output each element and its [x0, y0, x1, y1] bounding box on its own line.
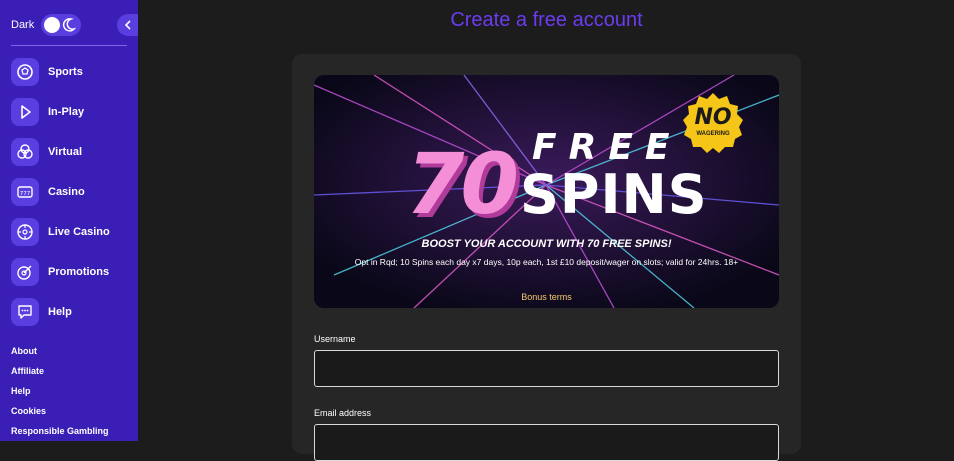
footer-link-help[interactable]: Help	[11, 386, 31, 396]
sidebar-item-in-play[interactable]: In-Play	[11, 97, 127, 127]
bonus-terms-link[interactable]: Bonus terms	[314, 292, 779, 302]
dark-mode-label: Dark	[11, 19, 35, 31]
badge-wagering-text: WAGERING	[696, 131, 730, 137]
footer-link-about[interactable]: About	[11, 346, 37, 356]
dark-mode-toggle[interactable]	[41, 14, 82, 36]
virtual-icon	[11, 138, 39, 166]
sidebar-divider	[11, 45, 127, 46]
sidebar-item-virtual[interactable]: Virtual	[11, 137, 127, 167]
footer-link-affiliate[interactable]: Affiliate	[11, 366, 44, 376]
promo-terms: Opt in Rqd; 10 Spins each day x7 days, 1…	[354, 257, 739, 267]
collapse-sidebar-button[interactable]	[117, 14, 138, 36]
play-icon	[11, 98, 39, 126]
sidebar-item-promotions[interactable]: Promotions	[11, 257, 127, 287]
sidebar-item-casino[interactable]: 777 Casino	[11, 177, 127, 207]
signup-panel: 70 FREE SPINS NO WAGERING BOOST YOUR ACC…	[292, 54, 801, 461]
sidebar-item-label: Casino	[48, 186, 85, 198]
sidebar-item-live-casino[interactable]: Live Casino	[11, 217, 127, 247]
chevron-left-icon	[124, 20, 131, 30]
footer-link-cookies[interactable]: Cookies	[11, 406, 46, 416]
sidebar-item-label: In-Play	[48, 106, 85, 118]
sidebar-item-label: Live Casino	[48, 226, 110, 238]
toggle-knob	[44, 17, 61, 33]
slot-777-icon: 777	[11, 178, 39, 206]
sidebar-item-help[interactable]: Help	[11, 297, 127, 327]
promo-spins-text: SPINS	[520, 163, 708, 226]
email-label: Email address	[314, 408, 372, 418]
promo-free-text: FREE	[532, 127, 682, 168]
promo-headline: BOOST YOUR ACCOUNT WITH 70 FREE SPINS!	[421, 238, 672, 250]
svg-text:777: 777	[20, 191, 31, 197]
promo-number: 70	[406, 135, 519, 233]
sidebar-item-sports[interactable]: Sports	[11, 57, 127, 87]
sidebar-item-label: Virtual	[48, 146, 83, 158]
username-label: Username	[314, 334, 356, 344]
badge-no-text: NO	[694, 105, 732, 130]
username-input[interactable]	[314, 350, 779, 387]
sidebar-item-label: Sports	[48, 66, 83, 78]
sidebar-item-label: Help	[48, 306, 72, 318]
dark-mode-row: Dark	[11, 14, 82, 36]
chat-icon	[11, 298, 39, 326]
email-input[interactable]	[314, 424, 779, 461]
sports-ball-icon	[11, 58, 39, 86]
footer-link-responsible-gambling[interactable]: Responsible Gambling	[11, 426, 109, 436]
page-title: Create a free account	[450, 9, 643, 31]
roulette-icon	[11, 218, 39, 246]
target-icon	[11, 258, 39, 286]
sidebar: Dark Sports In-Play Virtual 777 Casino L…	[0, 0, 138, 441]
no-wagering-badge: NO WAGERING	[681, 91, 745, 155]
moon-icon	[63, 18, 77, 32]
sidebar-item-label: Promotions	[48, 266, 110, 278]
promo-banner: 70 FREE SPINS NO WAGERING BOOST YOUR ACC…	[314, 75, 779, 308]
